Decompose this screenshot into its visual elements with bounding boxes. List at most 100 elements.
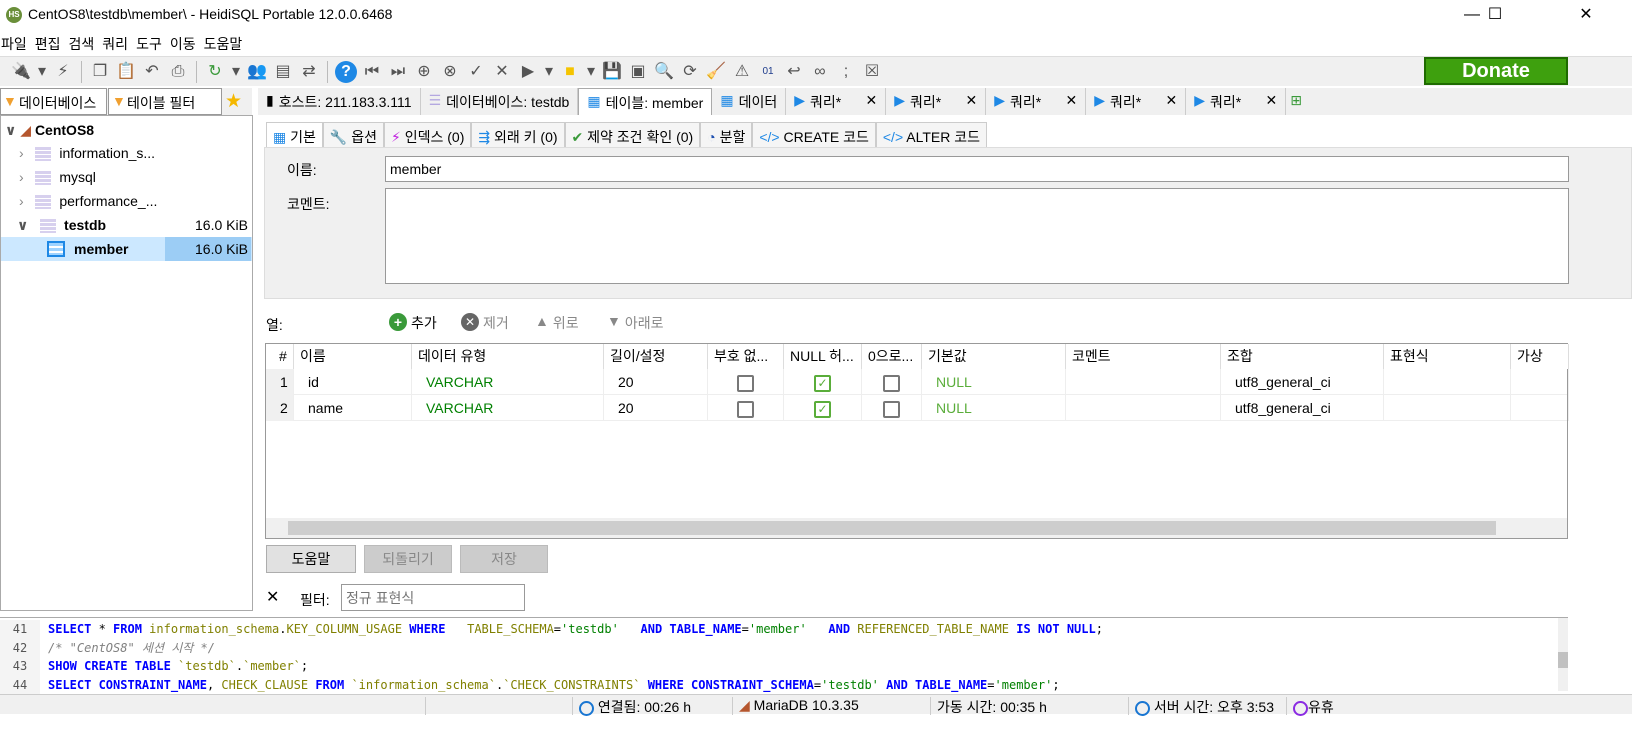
- column-header[interactable]: 이름: [294, 344, 412, 369]
- cell-empty[interactable]: [1384, 395, 1511, 421]
- subtab-3[interactable]: ⇶ 외래 키 (0): [471, 122, 565, 148]
- close-filter-icon[interactable]: ✕: [266, 587, 279, 607]
- menu-file[interactable]: 파일: [0, 30, 34, 55]
- paste-icon[interactable]: 📋: [115, 61, 137, 83]
- database-filter-tab[interactable]: ▼ 데이터베이스: [0, 88, 107, 115]
- check-icon[interactable]: ✓: [465, 61, 487, 83]
- zerofill-checkbox[interactable]: [883, 374, 900, 392]
- first-icon[interactable]: ⏮: [361, 61, 383, 83]
- maximize-button[interactable]: ☐: [1472, 0, 1518, 30]
- column-header[interactable]: 0으로...: [862, 344, 922, 369]
- warning-icon[interactable]: ⚠: [731, 61, 753, 83]
- cell-num[interactable]: 2: [266, 395, 294, 421]
- unsigned-checkbox[interactable]: [737, 400, 754, 418]
- column-header[interactable]: 표현식: [1384, 344, 1511, 369]
- add-column-button[interactable]: + 추가: [389, 313, 437, 333]
- table-row[interactable]: 2 name VARCHAR 20 ✓ NULL utf8_general_ci: [266, 395, 1569, 421]
- stop-icon[interactable]: ☒: [861, 61, 883, 83]
- close-tab-icon[interactable]: ✕: [965, 92, 977, 115]
- tree-node-server[interactable]: ∨ ◢ CentOS8: [5, 118, 94, 142]
- subtab-4[interactable]: ✔ 제약 조건 확인 (0): [564, 122, 701, 148]
- dropdown-icon[interactable]: ▾: [543, 61, 555, 83]
- help-button[interactable]: 도움말: [266, 545, 356, 573]
- link-icon[interactable]: ∞: [809, 61, 831, 83]
- close-tab-icon[interactable]: ✕: [1165, 92, 1177, 115]
- column-header[interactable]: 조합: [1221, 344, 1384, 369]
- close-window-button[interactable]: ✕: [1563, 0, 1609, 30]
- help-icon[interactable]: ?: [335, 60, 357, 83]
- menu-tools[interactable]: 도구: [135, 30, 169, 55]
- table-row[interactable]: 1 id VARCHAR 20 ✓ NULL utf8_general_ci: [266, 369, 1569, 395]
- run-icon[interactable]: ▶: [517, 61, 539, 83]
- cell-num[interactable]: 1: [266, 369, 294, 395]
- tree-node-db[interactable]: › performance_...: [19, 189, 251, 213]
- csv-export-icon[interactable]: ▤: [272, 61, 294, 83]
- favorites-star-icon[interactable]: ★: [225, 90, 242, 113]
- subtab-2[interactable]: ⚡ 인덱스 (0): [383, 122, 472, 148]
- table-filter-tab[interactable]: ▼ 테이블 필터: [108, 88, 222, 115]
- zerofill-checkbox[interactable]: [883, 400, 900, 418]
- subtab-6[interactable]: </> CREATE 코드: [752, 122, 876, 148]
- cell-length[interactable]: 20: [604, 369, 708, 395]
- table-comment-input[interactable]: [385, 188, 1569, 284]
- subtab-0[interactable]: ▦ 기본: [266, 122, 323, 148]
- column-header[interactable]: 코멘트: [1066, 344, 1221, 369]
- menu-edit[interactable]: 편집: [34, 30, 68, 55]
- tree-node-member-selected[interactable]: member 16.0 KiB: [1, 237, 252, 261]
- unsigned-checkbox[interactable]: [737, 374, 754, 392]
- replace-icon[interactable]: ⟳: [679, 61, 701, 83]
- main-tab-8[interactable]: ▶ 쿼리* ✕: [1186, 88, 1287, 115]
- new-query-tab-icon[interactable]: ⊞: [1286, 88, 1306, 115]
- cell-comment[interactable]: [1066, 395, 1221, 421]
- column-header[interactable]: 길이/설정: [604, 344, 708, 369]
- main-tab-7[interactable]: ▶ 쿼리* ✕: [1086, 88, 1187, 115]
- dropdown-icon[interactable]: ▾: [36, 61, 48, 83]
- main-tab-6[interactable]: ▶ 쿼리* ✕: [986, 88, 1087, 115]
- cell-comment[interactable]: [1066, 369, 1221, 395]
- cell-empty[interactable]: [1384, 369, 1511, 395]
- cell-name[interactable]: name: [294, 395, 412, 421]
- dropdown-icon[interactable]: ▾: [585, 61, 597, 83]
- main-tab-4[interactable]: ▶ 쿼리* ✕: [786, 88, 887, 115]
- copy-icon[interactable]: ❐: [89, 61, 111, 83]
- main-tab-0[interactable]: ▮ 호스트: 211.183.3.111: [258, 88, 421, 115]
- connect-icon[interactable]: 🔌: [10, 61, 32, 83]
- donate-button[interactable]: Donate: [1424, 57, 1568, 85]
- cell-name[interactable]: id: [294, 369, 412, 395]
- menu-query[interactable]: 쿼리: [101, 30, 135, 55]
- save-button[interactable]: 저장: [460, 545, 548, 573]
- filter-input[interactable]: [341, 584, 525, 611]
- column-header[interactable]: 가상: [1511, 344, 1569, 369]
- move-down-button[interactable]: ▼ 아래로: [607, 313, 664, 333]
- sync-icon[interactable]: ⇄: [298, 61, 320, 83]
- tree-node-db[interactable]: › information_s...: [19, 141, 251, 165]
- menu-help[interactable]: 도움말: [203, 30, 250, 55]
- binary-icon[interactable]: 01: [757, 61, 779, 83]
- move-up-button[interactable]: ▲ 위로: [535, 313, 579, 333]
- cell-length[interactable]: 20: [604, 395, 708, 421]
- subtab-5[interactable]: ◔ 분할: [700, 122, 753, 148]
- save-gray-icon[interactable]: ▣: [627, 61, 649, 83]
- refresh-icon[interactable]: ↻: [204, 61, 226, 83]
- main-tab-2[interactable]: ▦ 테이블: member: [578, 88, 713, 115]
- scrollbar-thumb[interactable]: [288, 521, 1496, 535]
- null-checkbox[interactable]: ✓: [814, 400, 831, 418]
- last-icon[interactable]: ⏭: [387, 61, 409, 83]
- table-name-input[interactable]: [385, 156, 1569, 182]
- cell-type[interactable]: VARCHAR: [412, 369, 604, 395]
- menu-search[interactable]: 검색: [68, 30, 102, 55]
- main-tab-5[interactable]: ▶ 쿼리* ✕: [886, 88, 987, 115]
- remove-icon[interactable]: ⊗: [439, 61, 461, 83]
- menu-goto[interactable]: 이동: [169, 30, 203, 55]
- cell-type[interactable]: VARCHAR: [412, 395, 604, 421]
- remove-column-button[interactable]: ✕ 제거: [461, 313, 509, 333]
- column-header[interactable]: 데이터 유형: [412, 344, 604, 369]
- column-header[interactable]: 기본값: [922, 344, 1066, 369]
- cell-default[interactable]: NULL: [922, 395, 1066, 421]
- cancel-icon[interactable]: ✕: [491, 61, 513, 83]
- close-tab-icon[interactable]: ✕: [865, 92, 877, 115]
- users-icon[interactable]: 👥: [246, 61, 268, 83]
- revert-button[interactable]: 되돌리기: [364, 545, 452, 573]
- tree-node-testdb[interactable]: ∨ testdb 16.0 KiB: [17, 213, 249, 237]
- null-checkbox[interactable]: ✓: [814, 374, 831, 392]
